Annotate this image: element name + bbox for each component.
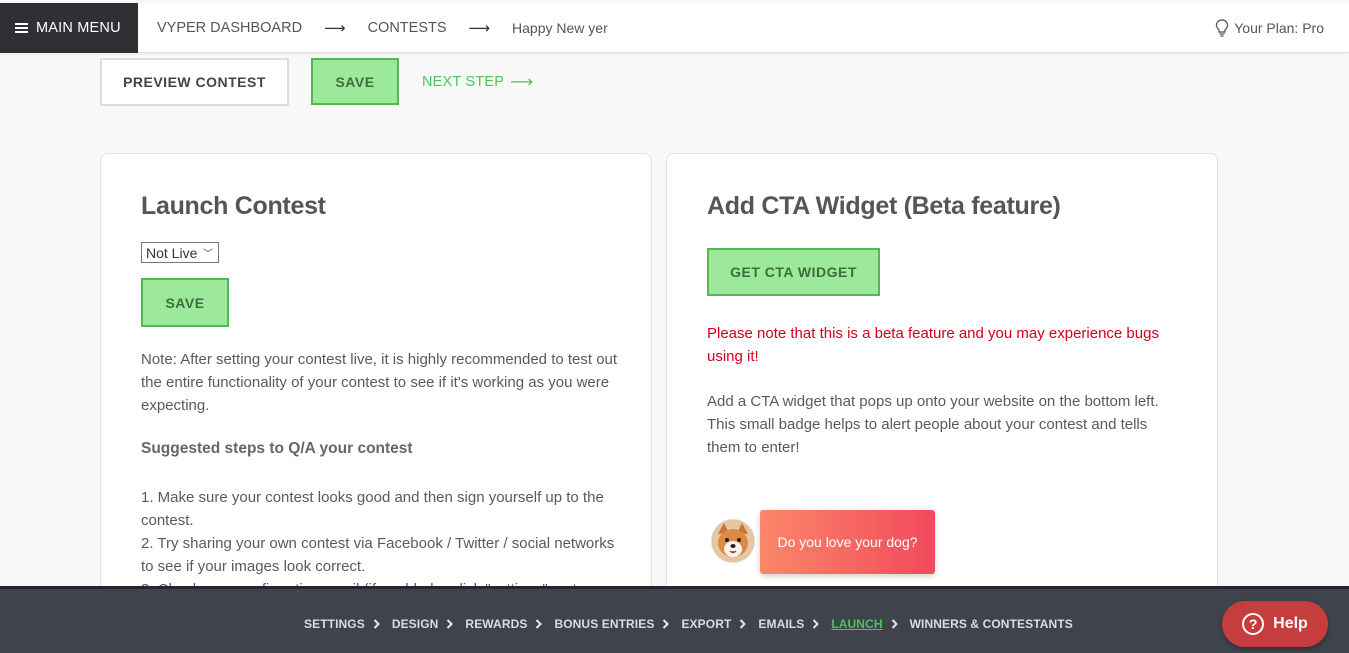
cta-widget-card: Add CTA Widget (Beta feature) GET CTA WI… xyxy=(666,153,1218,603)
dog-avatar xyxy=(712,520,754,562)
step-link-export[interactable]: EXPORT xyxy=(681,617,731,631)
chevron-right-icon xyxy=(536,619,543,629)
plan-indicator: Your Plan: Pro xyxy=(1215,3,1324,53)
next-step-link[interactable]: NEXT STEP ⟶ xyxy=(422,72,533,92)
step-link-emails[interactable]: EMAILS xyxy=(758,617,804,631)
main-menu-label: MAIN MENU xyxy=(36,20,121,36)
contest-status-select[interactable]: Not Live ﹀ xyxy=(141,242,219,263)
main-menu-button[interactable]: MAIN MENU xyxy=(0,3,138,53)
step-link-bonus-entries[interactable]: BONUS ENTRIES xyxy=(554,617,654,631)
cta-widget-title: Add CTA Widget (Beta feature) xyxy=(707,192,1061,220)
qa-step: 1. Make sure your contest looks good and… xyxy=(141,489,604,529)
step-link-rewards[interactable]: REWARDS xyxy=(465,617,527,631)
launch-contest-card: Launch Contest Not Live ﹀ SAVE Note: Aft… xyxy=(100,153,652,603)
top-bar: MAIN MENU VYPER DASHBOARD ⟶ CONTESTS ⟶ H… xyxy=(0,3,1349,53)
lightbulb-icon xyxy=(1216,19,1229,37)
help-label: Help xyxy=(1273,615,1308,632)
plan-label: Your Plan: Pro xyxy=(1234,20,1324,36)
preview-contest-button[interactable]: PREVIEW CONTEST xyxy=(100,58,289,106)
chevron-right-icon xyxy=(447,619,454,629)
chevron-right-icon xyxy=(663,619,670,629)
arrow-right-icon: ⟶ xyxy=(510,74,534,91)
breadcrumb-current-contest: Happy New yer xyxy=(512,20,608,36)
breadcrumb-dashboard[interactable]: VYPER DASHBOARD xyxy=(157,20,302,36)
arrow-right-icon: ⟶ xyxy=(324,20,346,37)
save-button[interactable]: SAVE xyxy=(311,58,399,105)
dog-face-icon xyxy=(712,520,754,562)
chevron-down-icon: ﹀ xyxy=(203,249,213,260)
beta-warning-text: Please note that this is a beta feature … xyxy=(707,325,1159,365)
bottom-step-nav: SETTINGS DESIGN REWARDS BONUS ENTRIES EXPORT… xyxy=(0,586,1349,653)
get-cta-widget-button[interactable]: GET CTA WIDGET xyxy=(707,248,880,296)
breadcrumb-contests[interactable]: CONTESTS xyxy=(368,20,447,36)
cta-description: Add a CTA widget that pops up onto your … xyxy=(707,393,1159,456)
qa-step: 2. Try sharing your own contest via Face… xyxy=(141,535,615,575)
save-status-button[interactable]: SAVE xyxy=(141,278,229,327)
launch-contest-title: Launch Contest xyxy=(141,192,326,220)
breadcrumb: VYPER DASHBOARD ⟶ CONTESTS ⟶ Happy New y… xyxy=(157,3,608,53)
chevron-right-icon xyxy=(813,619,820,629)
arrow-right-icon: ⟶ xyxy=(468,20,491,37)
question-circle-icon: ? xyxy=(1242,613,1265,635)
step-link-winners-contestants[interactable]: WINNERS & CONTESTANTS xyxy=(910,617,1073,631)
step-link-settings[interactable]: SETTINGS xyxy=(304,617,365,631)
chevron-right-icon xyxy=(891,619,898,629)
qa-steps-list: 1. Make sure your contest looks good and… xyxy=(141,486,621,601)
qa-steps-heading: Suggested steps to Q/A your contest xyxy=(141,440,413,457)
step-link-launch[interactable]: LAUNCH xyxy=(831,617,882,631)
step-links: SETTINGS DESIGN REWARDS BONUS ENTRIES EXPORT… xyxy=(304,617,1073,631)
cta-widget-preview[interactable]: Do you love your dog? xyxy=(760,510,935,574)
hamburger-icon xyxy=(15,23,28,33)
chevron-right-icon xyxy=(373,619,380,629)
help-button[interactable]: ? Help xyxy=(1222,601,1328,647)
contest-status-value: Not Live xyxy=(146,244,198,261)
step-link-design[interactable]: DESIGN xyxy=(392,617,439,631)
launch-note: Note: After setting your contest live, i… xyxy=(141,351,618,414)
chevron-right-icon xyxy=(740,619,747,629)
next-step-label: NEXT STEP xyxy=(422,74,505,90)
